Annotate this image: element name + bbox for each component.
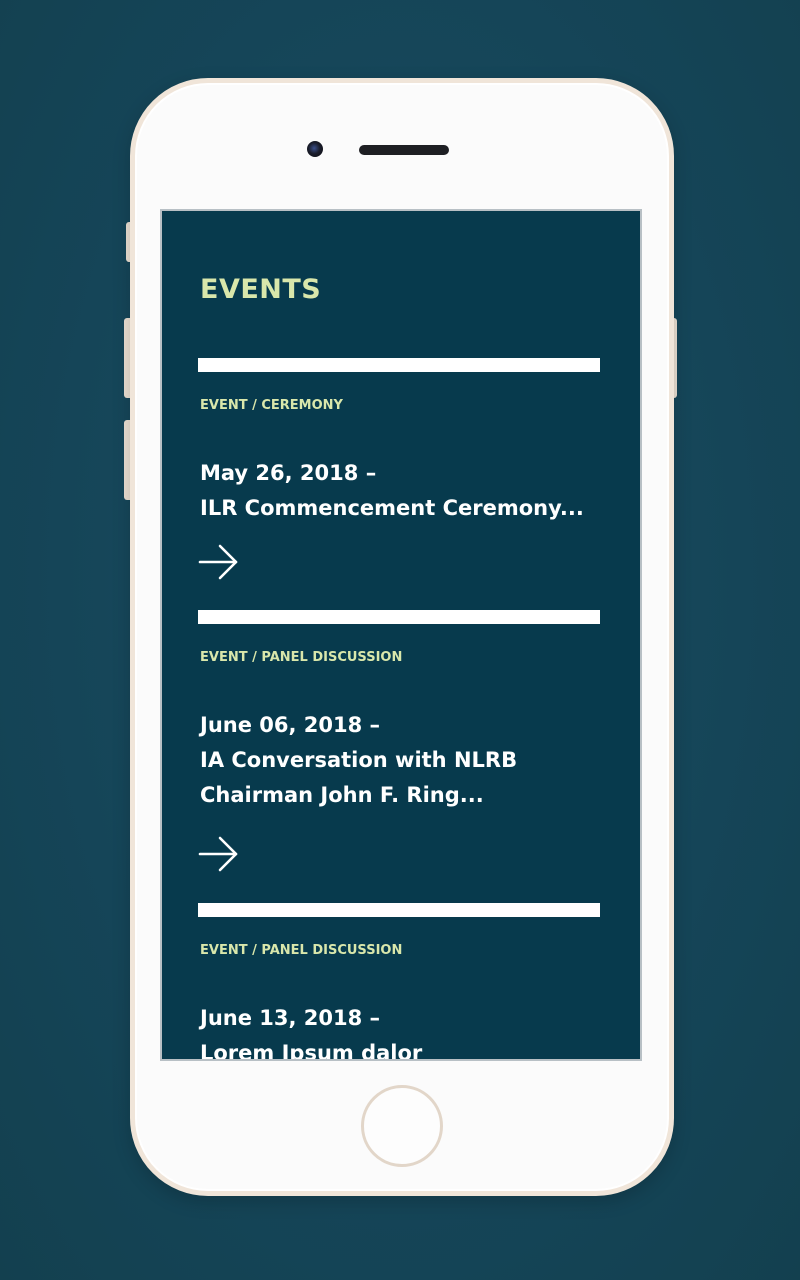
event-category: EVENT / CEREMONY — [200, 398, 343, 413]
front-camera — [307, 141, 323, 157]
background-canvas: EVENTS EVENT / CEREMONY May 26, 2018 – I… — [0, 0, 800, 1280]
event-title-line: IA Conversation with NLRB — [200, 748, 518, 772]
event-title-line: Chairman John F. Ring... — [200, 783, 484, 807]
arrow-right-icon[interactable] — [198, 834, 242, 874]
event-title-line: Lorem Ipsum dalor — [200, 1041, 423, 1061]
event-headline[interactable]: June 06, 2018 – IA Conversation with NLR… — [200, 708, 600, 813]
divider-bar — [198, 903, 600, 917]
divider-bar — [198, 358, 600, 372]
event-category: EVENT / PANEL DISCUSSION — [200, 943, 403, 958]
event-category: EVENT / PANEL DISCUSSION — [200, 650, 403, 665]
event-date: May 26, 2018 – — [200, 461, 377, 485]
event-title-line: ILR Commencement Ceremony... — [200, 496, 584, 520]
arrow-right-icon[interactable] — [198, 542, 242, 582]
earpiece-speaker — [359, 145, 449, 155]
home-button — [361, 1085, 443, 1167]
event-date: June 06, 2018 – — [200, 713, 381, 737]
phone-screen: EVENTS EVENT / CEREMONY May 26, 2018 – I… — [160, 209, 642, 1061]
event-date: June 13, 2018 – — [200, 1006, 381, 1030]
event-headline[interactable]: June 13, 2018 – Lorem Ipsum dalor — [200, 1001, 600, 1061]
section-title: EVENTS — [200, 274, 322, 305]
event-headline[interactable]: May 26, 2018 – ILR Commencement Ceremony… — [200, 456, 600, 526]
divider-bar — [198, 610, 600, 624]
